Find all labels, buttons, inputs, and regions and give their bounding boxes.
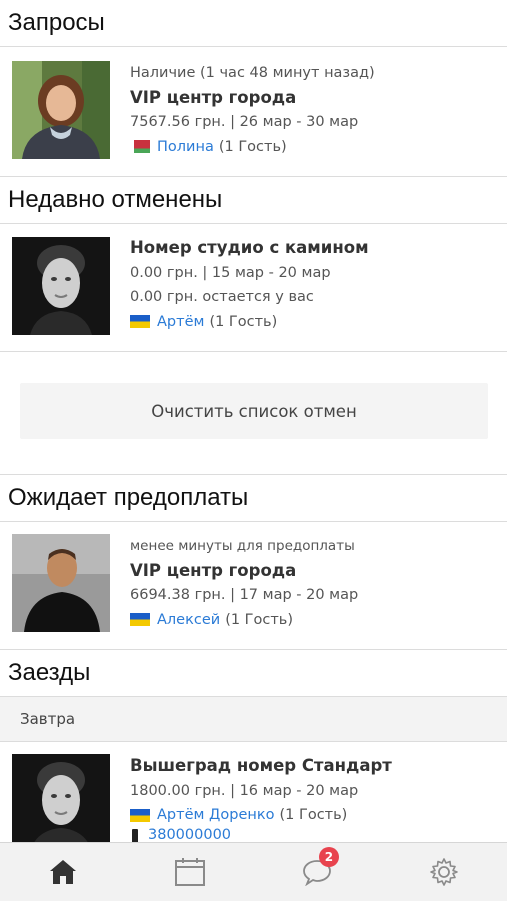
guest-count: (1 Гость) xyxy=(209,313,278,330)
section-title-checkins: Заезды xyxy=(8,659,91,686)
price-dates: 1800.00 грн. | 16 мар - 20 мар xyxy=(130,782,359,799)
date-group-header: Завтра xyxy=(0,696,507,742)
guest-name-link[interactable]: Полина xyxy=(157,135,214,160)
section-title-requests: Запросы xyxy=(0,0,507,47)
belarus-flag-icon xyxy=(130,140,150,154)
guest-avatar xyxy=(12,237,110,335)
price-dates: 0.00 грн. | 15 мар - 20 мар xyxy=(130,264,331,281)
tab-messages[interactable]: 2 xyxy=(287,843,347,901)
request-card[interactable]: Наличие (1 час 48 минут назад) VIP центр… xyxy=(0,47,507,177)
guest-avatar xyxy=(12,61,110,159)
price-dates: 7567.56 грн. | 26 мар - 30 мар xyxy=(130,114,359,130)
room-name: Вышеград номер Стандарт xyxy=(130,756,392,775)
room-name: VIP центр города xyxy=(130,87,297,107)
ukraine-flag-icon xyxy=(130,808,150,822)
price-dates: 6694.38 грн. | 17 мар - 20 мар xyxy=(130,587,359,603)
guest-count: (1 Гость) xyxy=(225,611,294,628)
guest-count: (1 Гость) xyxy=(218,138,287,155)
room-name: VIP центр города xyxy=(130,560,297,580)
section-title-prepayment: Ожидает предоплаты xyxy=(0,475,507,522)
request-status: Наличие (1 час 48 минут назад) xyxy=(130,65,375,81)
guest-name-link[interactable]: Артём xyxy=(157,310,204,335)
room-name: Номер студио с камином xyxy=(130,238,369,257)
guest-name-link[interactable]: Алексей xyxy=(157,608,220,633)
guest-name-link[interactable]: Артём Доренко xyxy=(157,803,274,828)
remaining-amount: 0.00 грн. остается у вас xyxy=(130,289,314,305)
checkin-card[interactable]: Вышеград номер Стандарт 1800.00 грн. | 1… xyxy=(0,742,507,842)
tab-calendar[interactable] xyxy=(160,843,220,901)
guest-phone-link[interactable]: 380000000 xyxy=(148,828,231,843)
settings-icon xyxy=(429,858,458,886)
ukraine-flag-icon xyxy=(130,315,150,329)
guest-count: (1 Гость) xyxy=(279,807,348,823)
home-icon xyxy=(50,860,77,884)
section-title-cancelled: Недавно отменены xyxy=(0,177,507,224)
guest-avatar xyxy=(12,534,110,632)
prepayment-status: менее минуты для предоплаты xyxy=(130,538,355,554)
phone-icon xyxy=(132,828,138,842)
ukraine-flag-icon xyxy=(130,613,150,627)
main-scroll[interactable]: Запросы Наличие (1 час 48 минут назад) V… xyxy=(0,0,507,842)
guest-avatar xyxy=(12,754,110,842)
bottom-tab-bar: 2 xyxy=(0,842,507,901)
cancelled-card[interactable]: Номер студио с камином 0.00 грн. | 15 ма… xyxy=(0,224,507,352)
tab-settings[interactable] xyxy=(414,843,474,901)
calendar-icon xyxy=(175,858,206,886)
messages-count-badge: 2 xyxy=(318,847,339,867)
prepayment-card[interactable]: менее минуты для предоплаты VIP центр го… xyxy=(0,522,507,650)
tab-home[interactable] xyxy=(33,843,93,901)
clear-cancellations-area: Очистить список отмен xyxy=(0,352,507,475)
clear-cancellations-button[interactable]: Очистить список отмен xyxy=(20,383,488,439)
